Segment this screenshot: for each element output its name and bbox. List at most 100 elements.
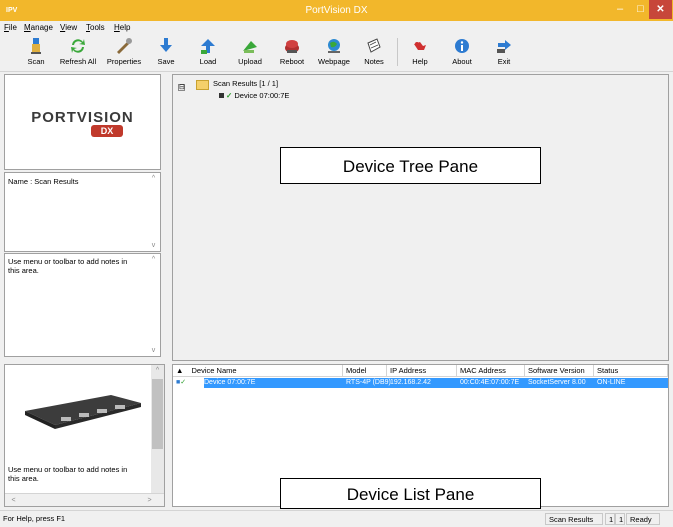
webpage-label: Webpage [318,57,350,66]
exit-label: Exit [497,57,511,66]
column-device-name[interactable]: ▲ Device Name [173,365,343,377]
status-count-b: 1 [615,513,625,525]
menu-tools[interactable]: Tools [86,23,105,32]
upload-icon [243,41,257,53]
properties-button[interactable]: Properties [102,35,146,70]
cell-mac-address: 00:C0:4E:07:00:7E [460,379,520,386]
name-text: Name : Scan Results [8,177,79,186]
device-tree-pane: ⊟ Scan Results [1 / 1] ✓ Device 07:00:7E… [172,74,669,361]
scroll-up-icon[interactable]: ^ [147,173,160,184]
scroll-up-icon[interactable]: ^ [151,365,164,376]
online-check-icon: ✓ [180,379,187,386]
refresh-all-label: Refresh All [59,57,97,66]
scroll-left-icon[interactable]: < [7,495,20,506]
device-list-pane-callout: Device List Pane [280,478,541,509]
scroll-up-icon[interactable]: ^ [147,254,160,265]
sort-up-icon: ▲ [176,366,186,375]
scan-icon [31,38,41,54]
window-title: PortVision DX [305,5,368,16]
maximize-button[interactable]: □ [631,0,650,19]
cell-device-name: Device 07:00:7E [204,379,256,386]
notes-label: Notes [364,57,384,66]
notes-text: Use menu or toolbar to add notes in this… [8,257,128,275]
toolbar: Scan Refresh All Properties Save Load Up… [0,34,673,72]
menu-bar: File Manage View Tools Help [0,21,673,34]
reboot-button[interactable]: Reboot [270,35,314,70]
properties-icon [117,38,132,54]
scroll-thumb[interactable] [152,379,163,449]
about-button[interactable]: About [440,35,484,70]
name-pane: Name : Scan Results ^ v [4,172,161,252]
close-button[interactable]: ✕ [649,0,672,19]
notes-pane-scrollbar[interactable]: ^ v [147,254,160,356]
column-model[interactable]: Model [343,365,387,377]
column-mac-address[interactable]: MAC Address [457,365,525,377]
cell-status: ON-LINE [597,379,626,386]
help-icon [414,42,426,50]
tree-root-label[interactable]: Scan Results [1 / 1] [213,79,278,88]
notes-pane[interactable]: Use menu or toolbar to add notes in this… [4,253,161,357]
portvision-logo: PORTVISION [31,109,134,126]
status-count-a: 1 [605,513,615,525]
table-row[interactable]: ■✓ Device 07:00:7E RTS-4P (DB9) 192.168.… [173,378,668,388]
tree-expander[interactable]: ⊟ [178,84,185,91]
menu-manage[interactable]: Manage [24,23,53,32]
status-ready: Ready [626,513,660,525]
title-bar: IPV PortVision DX – □ ✕ [0,0,673,21]
list-header: ▲ Device Name Model IP Address MAC Addre… [173,365,668,377]
load-icon [201,39,215,54]
webpage-icon [328,39,340,53]
device-tree-pane-callout: Device Tree Pane [280,147,541,184]
about-icon [455,39,469,53]
minimize-button[interactable]: – [609,0,631,19]
dx-badge: DX [91,125,123,137]
save-icon [160,38,172,52]
scroll-right-icon[interactable]: > [143,495,156,506]
menu-help[interactable]: Help [114,23,130,32]
load-button[interactable]: Load [186,35,230,70]
column-software-version[interactable]: Software Version [525,365,594,377]
notes-icon [367,38,381,53]
help-label: Help [412,57,428,66]
help-button[interactable]: Help [398,35,442,70]
properties-label: Properties [106,57,142,66]
image-pane-hscrollbar[interactable]: < > [5,493,164,506]
save-label: Save [157,57,175,66]
folder-icon [196,80,209,90]
device-icon [219,93,224,98]
row-status-icons: ■✓ [173,378,204,388]
cell-ip-address: 192.168.2.42 [390,379,431,386]
scan-label: Scan [27,57,45,66]
column-status[interactable]: Status [594,365,668,377]
exit-button[interactable]: Exit [482,35,526,70]
about-label: About [452,57,472,66]
notes-button[interactable]: Notes [352,35,396,70]
scan-button[interactable]: Scan [14,35,58,70]
menu-view[interactable]: View [60,23,77,32]
logo-pane: PORTVISION DX [4,74,161,170]
reboot-icon [285,40,299,53]
image-pane-scrollbar[interactable]: ^ [151,365,164,506]
upload-button[interactable]: Upload [228,35,272,70]
name-pane-scrollbar[interactable]: ^ v [147,173,160,251]
refresh-icon [71,39,85,53]
status-scan-results: Scan Results [545,513,603,525]
scroll-down-icon[interactable]: v [147,345,160,356]
status-bar: For Help, press F1 Scan Results 1 1 Read… [0,510,673,527]
cell-software-version: SocketServer 8.00 [528,379,586,386]
exit-icon [497,40,511,53]
upload-label: Upload [238,57,262,66]
device-image-pane: Use menu or toolbar to add notes in this… [4,364,165,507]
scroll-down-icon[interactable]: v [147,240,160,251]
device-list-pane: ▲ Device Name Model IP Address MAC Addre… [172,364,669,509]
refresh-all-button[interactable]: Refresh All [56,35,100,70]
status-help-text: For Help, press F1 [3,514,66,523]
cell-model: RTS-4P (DB9) [346,379,391,386]
reboot-label: Reboot [279,57,305,66]
column-ip-address[interactable]: IP Address [387,365,457,377]
tree-device-item[interactable]: ✓ Device 07:00:7E [219,91,289,100]
save-button[interactable]: Save [144,35,188,70]
webpage-button[interactable]: Webpage [312,35,356,70]
menu-file[interactable]: File [4,23,17,32]
device-image [25,395,141,429]
